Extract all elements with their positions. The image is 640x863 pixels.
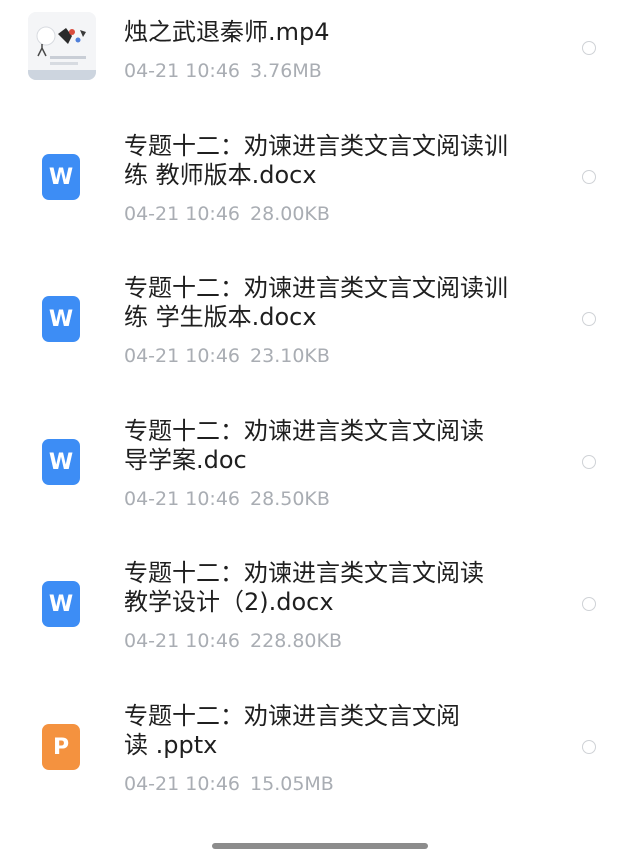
file-date: 04-21 10:46 <box>124 773 241 795</box>
file-size: 23.10KB <box>250 345 330 367</box>
file-date: 04-21 10:46 <box>124 630 241 652</box>
file-meta: 04-21 10:46 28.50KB <box>124 487 330 511</box>
file-list-item[interactable]: W 专题十二：劝谏进言类文言文阅读 教学设计（2).docx 04-21 10:… <box>0 543 640 685</box>
select-radio[interactable] <box>582 170 596 184</box>
file-name: 专题十二：劝谏进言类文言文阅读 教学设计（2).docx <box>124 559 484 616</box>
file-list-item[interactable]: P 专题十二：劝谏进言类文言文阅 读 .pptx 04-21 10:46 15.0… <box>0 686 640 828</box>
file-meta: 04-21 10:46 3.76MB <box>124 59 322 83</box>
file-name: 专题十二：劝谏进言类文言文阅读训 练 学生版本.docx <box>124 274 508 331</box>
video-thumbnail <box>28 12 96 80</box>
file-date: 04-21 10:46 <box>124 488 241 510</box>
word-doc-icon: W <box>42 439 80 485</box>
file-name: 烛之武退秦师.mp4 <box>124 18 330 46</box>
file-size: 28.50KB <box>250 488 330 510</box>
file-meta: 04-21 10:46 23.10KB <box>124 344 330 368</box>
ppt-doc-icon: P <box>42 724 80 770</box>
file-list-item[interactable]: W 专题十二：劝谏进言类文言文阅读训 练 教师版本.docx 04-21 10:… <box>0 116 640 258</box>
file-name: 专题十二：劝谏进言类文言文阅 读 .pptx <box>124 702 460 759</box>
file-name: 专题十二：劝谏进言类文言文阅读训 练 教师版本.docx <box>124 132 508 189</box>
file-list-item[interactable]: W 专题十二：劝谏进言类文言文阅读训 练 学生版本.docx 04-21 10:… <box>0 258 640 400</box>
select-radio[interactable] <box>582 455 596 469</box>
word-doc-icon: W <box>42 154 80 200</box>
select-radio[interactable] <box>582 740 596 754</box>
file-date: 04-21 10:46 <box>124 203 241 225</box>
word-doc-icon: W <box>42 581 80 627</box>
select-radio[interactable] <box>582 597 596 611</box>
home-indicator[interactable] <box>212 843 428 849</box>
file-size: 15.05MB <box>250 773 334 795</box>
file-list-item[interactable]: W 专题十二：劝谏进言类文言文阅读 导学案.doc 04-21 10:46 28.… <box>0 401 640 543</box>
file-size: 3.76MB <box>250 60 322 82</box>
file-meta: 04-21 10:46 28.00KB <box>124 202 330 226</box>
select-radio[interactable] <box>582 41 596 55</box>
file-meta: 04-21 10:46 15.05MB <box>124 772 334 796</box>
file-meta: 04-21 10:46 228.80KB <box>124 629 342 653</box>
select-radio[interactable] <box>582 312 596 326</box>
word-doc-icon: W <box>42 296 80 342</box>
file-size: 228.80KB <box>250 630 342 652</box>
file-size: 28.00KB <box>250 203 330 225</box>
file-date: 04-21 10:46 <box>124 345 241 367</box>
file-date: 04-21 10:46 <box>124 60 241 82</box>
file-name: 专题十二：劝谏进言类文言文阅读 导学案.doc <box>124 417 484 474</box>
